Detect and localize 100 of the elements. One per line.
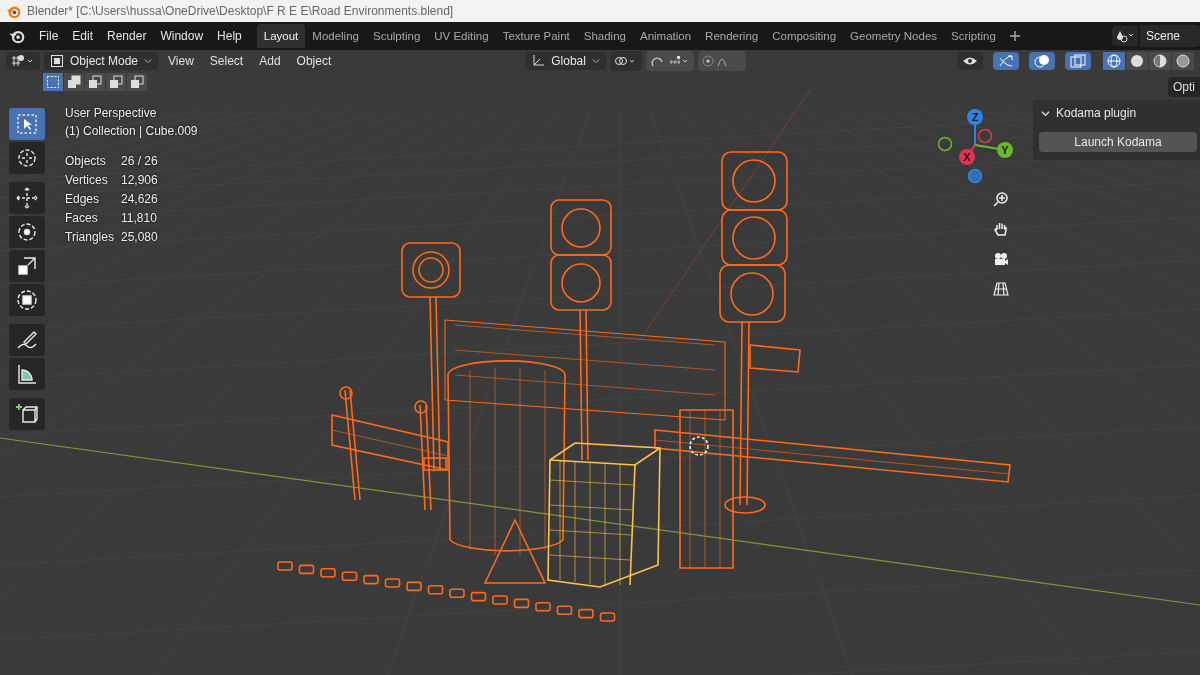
overlay-toggle[interactable]	[1029, 52, 1055, 70]
header-menu-item[interactable]: View	[162, 54, 200, 68]
panel-header[interactable]: Kodama plugin	[1039, 104, 1200, 122]
material-shading-button[interactable]	[1149, 52, 1171, 70]
select-icon	[15, 112, 39, 136]
stat-label: Triangles	[65, 230, 115, 244]
caret-icon	[144, 57, 153, 65]
selection-mode-button[interactable]	[64, 73, 84, 91]
cursor-icon	[15, 146, 39, 170]
annotate-tool-button[interactable]	[9, 324, 45, 356]
menu-item[interactable]: Edit	[65, 29, 101, 43]
panel-title: Kodama plugin	[1056, 106, 1137, 120]
selection-mode-icon	[130, 75, 144, 89]
cursor-tool-button[interactable]	[9, 142, 45, 174]
stat-value: 12,906	[121, 173, 159, 187]
sidebar-tab[interactable]: Opti	[1168, 77, 1200, 97]
negative-axis-handle[interactable]	[967, 168, 983, 184]
selection-mode-button[interactable]	[127, 73, 147, 91]
rendered-shading-button[interactable]	[1172, 52, 1194, 70]
selection-mode-button[interactable]	[85, 73, 105, 91]
move-icon	[15, 186, 39, 210]
stat-label: Edges	[65, 192, 101, 206]
selection-mode-button[interactable]	[43, 73, 63, 91]
grid-icon[interactable]	[993, 281, 1009, 297]
rotate-icon	[15, 220, 39, 244]
active-collection: (1) Collection | Cube.009	[65, 124, 198, 138]
workspace-tab[interactable]: Modeling	[305, 24, 366, 48]
proportional-editing-icon[interactable]	[697, 51, 746, 71]
launch-button[interactable]: Launch Kodama	[1039, 132, 1197, 152]
axis-handle[interactable]	[997, 142, 1013, 158]
axes-icon	[531, 54, 546, 68]
workspace-tab[interactable]: Texture Paint	[495, 24, 577, 48]
menu-item[interactable]: Help	[210, 29, 249, 43]
transform-icon	[15, 288, 39, 312]
camera-icon[interactable]	[993, 251, 1009, 267]
axis-handle[interactable]	[959, 149, 975, 165]
header-menu-item[interactable]: Add	[253, 54, 287, 68]
menu-item[interactable]: Window	[153, 29, 211, 43]
xray-icon	[1070, 54, 1086, 68]
move-tool-button[interactable]	[9, 182, 45, 214]
rendered-sphere-icon	[1176, 54, 1190, 68]
rotate-tool-button[interactable]	[9, 216, 45, 248]
scale-tool-button[interactable]	[9, 250, 45, 282]
selection-mode-icon	[46, 75, 60, 89]
visibility-toggle[interactable]	[957, 52, 983, 70]
axis-label: Y	[1001, 144, 1009, 156]
select-tool-button[interactable]	[9, 108, 45, 140]
add-cube-tool-button[interactable]	[9, 398, 45, 430]
stat-label: Objects	[65, 154, 107, 168]
zoom-icon[interactable]	[993, 191, 1009, 207]
pivot-point-icon[interactable]	[609, 51, 642, 71]
view-name: User Perspective	[65, 106, 158, 120]
measure-tool-button[interactable]	[9, 358, 45, 390]
header-menu-item[interactable]: Select	[203, 54, 250, 68]
3d-cursor-icon	[689, 436, 709, 456]
header-menu-item[interactable]: Object	[290, 54, 338, 68]
menu-item[interactable]: Render	[100, 29, 154, 43]
menu-item[interactable]: File	[32, 29, 66, 43]
scene-name-field[interactable]: Scene	[1139, 25, 1200, 47]
workspace-tab[interactable]: UV Editing	[427, 24, 496, 48]
negative-axis-handle[interactable]	[937, 136, 953, 152]
add-workspace-icon[interactable]	[1008, 30, 1021, 42]
stat-label: Faces	[65, 211, 99, 225]
stat-label: Vertices	[65, 173, 109, 187]
editor-type-button[interactable]	[6, 52, 40, 70]
wireframe-shading-button[interactable]	[1103, 52, 1125, 70]
gizmo-toggle[interactable]	[993, 52, 1019, 70]
solid-shading-button[interactable]	[1126, 52, 1148, 70]
workspace-tab[interactable]: Scripting	[944, 24, 1003, 48]
axis-label: X	[963, 151, 971, 163]
selection-mode-icon	[109, 75, 123, 89]
overlay-icon	[1034, 54, 1050, 68]
workspace-tab[interactable]: Layout	[256, 24, 306, 48]
workspace-tab[interactable]: Compositing	[765, 24, 844, 48]
workspace-tab[interactable]: Sculpting	[365, 24, 428, 48]
workspace-tab[interactable]: Shading	[576, 24, 633, 48]
orientation-dropdown[interactable]: Global	[525, 52, 606, 70]
axis-handle[interactable]	[967, 109, 983, 125]
transform-tool-button[interactable]	[9, 284, 45, 316]
measure-icon	[15, 362, 39, 386]
cube-icon	[50, 54, 64, 68]
scene-selector-icon[interactable]	[1111, 26, 1138, 46]
selection-mode-icon	[67, 75, 81, 89]
workspace-tab[interactable]: Geometry Nodes	[843, 24, 945, 48]
stat-value: 26 / 26	[121, 154, 159, 168]
workspace-tab[interactable]: Animation	[632, 24, 699, 48]
xray-toggle[interactable]	[1065, 52, 1091, 70]
stat-value: 11,810	[121, 211, 158, 225]
snap-icon[interactable]	[645, 51, 694, 71]
hand-icon[interactable]	[993, 221, 1009, 237]
selection-mode-button[interactable]	[106, 73, 126, 91]
stat-value: 25,080	[121, 230, 159, 244]
mode-dropdown[interactable]: Object Mode	[44, 52, 159, 70]
workspace-tab[interactable]: Rendering	[698, 24, 766, 48]
stat-value: 24,626	[121, 192, 159, 206]
material-sphere-icon	[1153, 54, 1167, 68]
solid-sphere-icon	[1130, 54, 1144, 68]
negative-axis-handle[interactable]	[977, 128, 993, 144]
scale-icon	[15, 254, 39, 278]
cone-drawing	[483, 518, 547, 584]
